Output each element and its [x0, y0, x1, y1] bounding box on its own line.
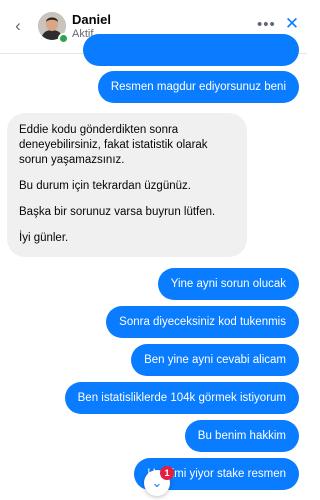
close-icon: ✕ [284, 14, 300, 33]
contact-name[interactable]: Daniel [72, 12, 111, 27]
message-outgoing: Yine ayni sorun olucak [157, 268, 299, 300]
more-horizontal-icon: ••• [257, 16, 276, 33]
back-button[interactable]: ‹ [9, 16, 27, 36]
unread-badge: 1 [160, 466, 174, 480]
close-button[interactable]: ✕ [284, 14, 300, 34]
message-paragraph: Eddie kodu gönderdikten sonra deneyebili… [19, 124, 208, 166]
message-outgoing: Ben yine ayni cevabi alicam [131, 344, 299, 376]
message-outgoing: Ben istatisliklerde 104k görmek istiyoru… [64, 382, 299, 414]
message-list[interactable]: Resmen magdur ediyorsunuz beni Eddie kod… [0, 34, 307, 500]
message-outgoing-partial [83, 34, 299, 66]
message-paragraph: İyi günler. [19, 232, 69, 244]
message-incoming: Eddie kodu gönderdikten sonra deneyebili… [7, 113, 247, 257]
message-outgoing: Sonra diyeceksiniz kod tukenmis [106, 306, 299, 338]
more-options-button[interactable]: ••• [257, 15, 275, 35]
chevron-left-icon: ‹ [15, 16, 21, 35]
message-paragraph: Başka bir sorunuz varsa buyrun lütfen. [19, 206, 216, 218]
online-status-dot [58, 33, 69, 44]
message-paragraph: Bu durum için tekrardan üzgünüz. [19, 180, 191, 192]
message-outgoing: Resmen magdur ediyorsunuz beni [97, 71, 299, 103]
message-outgoing: Bu benim hakkim [184, 420, 299, 452]
